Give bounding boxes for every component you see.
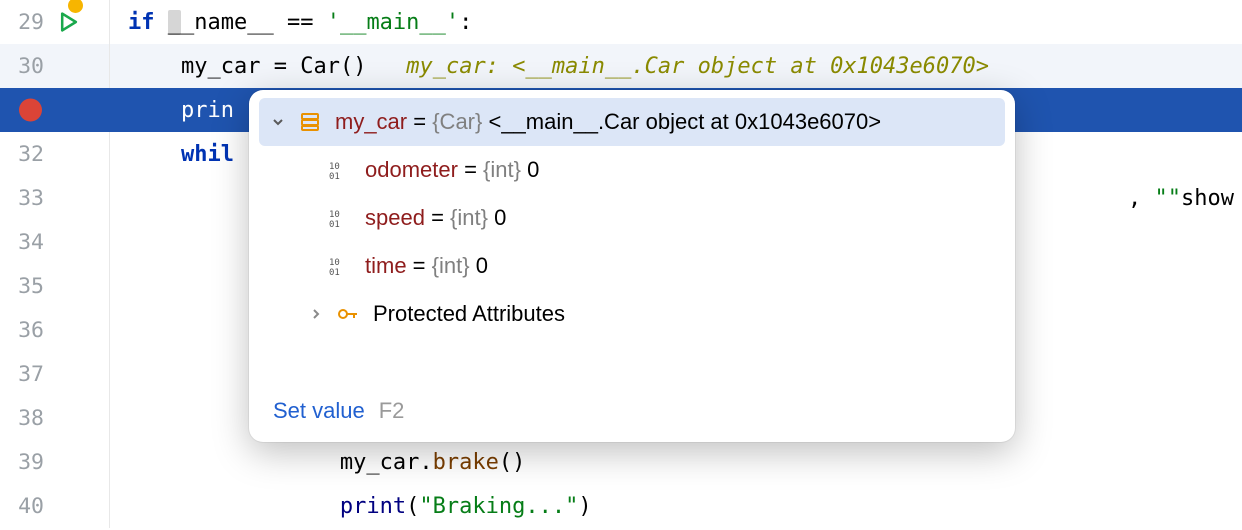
identifier: my_car [181,54,260,79]
popup-footer: Set value F2 [249,382,1015,442]
gutter: 29 [0,0,110,44]
code-content[interactable]: my_car.brake() [110,440,1242,484]
inline-hint-var: my_car: [406,54,512,79]
modification-dot-icon [68,0,83,13]
selection: _ [168,10,181,35]
run-icon[interactable] [58,12,79,33]
line-number: 39 [10,450,44,475]
line-number: 38 [10,406,44,431]
gutter: 39 [0,440,110,484]
line-number: 35 [10,274,44,299]
popup-spacer [249,338,1015,382]
var-type: {int} [432,253,476,278]
svg-text:10: 10 [329,162,340,172]
equals: = [407,109,432,134]
set-value-link[interactable]: Set value [273,398,365,424]
inspector-protected-row[interactable]: Protected Attributes [249,290,1015,338]
builtin: print [340,494,406,519]
int-icon: 1001 [329,207,355,229]
code-content[interactable]: if __name__ == '__main__': [110,0,1242,44]
keyword: whil [181,142,234,167]
var-type: {int} [483,157,527,182]
svg-text:10: 10 [329,258,340,268]
dot: . [419,450,432,475]
gutter: 32 [0,132,110,176]
gutter [0,88,110,132]
identifier: my_car [340,450,419,475]
line-number: 34 [10,230,44,255]
line-number: 36 [10,318,44,343]
line-number: 37 [10,362,44,387]
operator: = [260,54,300,79]
line-number: 32 [10,142,44,167]
string: '__main__' [327,10,459,35]
gutter: 38 [0,396,110,440]
equals: = [458,157,483,182]
string: "Braking..." [419,494,578,519]
protected-attributes-label: Protected Attributes [373,301,565,327]
operator: == [274,10,327,35]
object-icon [299,111,325,133]
gutter: 40 [0,484,110,528]
var-value: 0 [527,157,539,182]
gutter: 37 [0,352,110,396]
gutter: 33 [0,176,110,220]
key-icon [337,306,363,322]
svg-text:01: 01 [329,172,340,181]
identifier: _name__ [181,10,274,35]
paren-close: ) [578,494,591,519]
var-name: odometer [365,157,458,182]
class-call: Car [300,54,340,79]
line-number: 33 [10,186,44,211]
inspector-field-row[interactable]: 1001 speed = {int} 0 [249,194,1015,242]
var-type: {Car} [432,109,488,134]
line-number: 30 [10,54,44,79]
var-value: 0 [494,205,506,230]
equals: = [407,253,432,278]
var-value: 0 [476,253,488,278]
code-line[interactable]: 40 print("Braking...") [0,484,1242,528]
inspector-field-row[interactable]: 1001 time = {int} 0 [249,242,1015,290]
var-name: my_car [335,109,407,134]
parens: () [499,450,526,475]
line-number: 29 [10,10,44,35]
code-line[interactable]: 39 my_car.brake() [0,440,1242,484]
code-content[interactable]: my_car = Car() my_car: <__main__.Car obj… [110,44,1242,88]
svg-text:01: 01 [329,268,340,277]
code-fragment: prin [181,98,234,123]
gutter: 36 [0,308,110,352]
gap [366,54,406,79]
int-icon: 1001 [329,255,355,277]
chevron-right-icon[interactable] [309,307,327,321]
var-name: time [365,253,407,278]
shortcut-label: F2 [379,398,405,424]
svg-text:10: 10 [329,210,340,220]
code-line[interactable]: 29 if __name__ == '__main__': [0,0,1242,44]
parens: () [340,54,367,79]
breakpoint-icon[interactable] [19,99,42,122]
var-name: speed [365,205,425,230]
svg-text:01: 01 [329,220,340,229]
inspector-root-row[interactable]: my_car = {Car} <__main__.Car object at 0… [259,98,1005,146]
keyword: if [128,10,155,35]
colon: : [459,10,472,35]
code-content[interactable]: print("Braking...") [110,484,1242,528]
gutter: 30 [0,44,110,88]
equals: = [425,205,450,230]
variable-inspector-popup[interactable]: my_car = {Car} <__main__.Car object at 0… [249,90,1015,442]
inline-hint-value: <__main__.Car object at 0x1043e6070> [512,54,989,79]
method: brake [433,450,499,475]
code-line-current[interactable]: 30 my_car = Car() my_car: <__main__.Car … [0,44,1242,88]
paren-open: ( [406,494,419,519]
chevron-down-icon[interactable] [271,115,289,129]
gutter: 34 [0,220,110,264]
var-value: <__main__.Car object at 0x1043e6070> [488,109,881,134]
line-number: 40 [10,494,44,519]
int-icon: 1001 [329,159,355,181]
inspector-field-row[interactable]: 1001 odometer = {int} 0 [249,146,1015,194]
var-type: {int} [450,205,494,230]
gutter: 35 [0,264,110,308]
